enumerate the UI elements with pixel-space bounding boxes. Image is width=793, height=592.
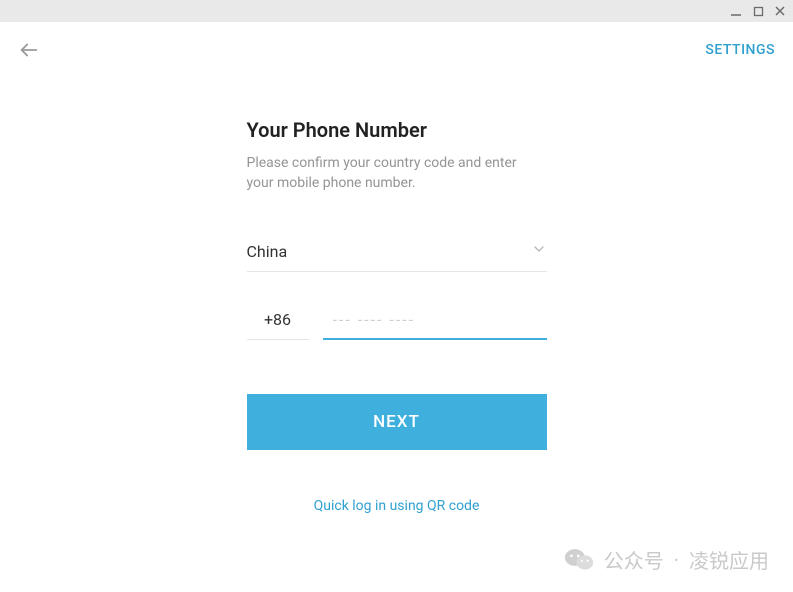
- close-button[interactable]: [773, 4, 787, 18]
- page-subtitle: Please confirm your country code and ent…: [247, 154, 547, 193]
- qr-login-link[interactable]: Quick log in using QR code: [247, 498, 547, 514]
- country-selector[interactable]: China: [247, 241, 547, 272]
- page-title: Your Phone Number: [247, 118, 547, 142]
- wechat-icon: [564, 547, 594, 573]
- watermark-label-2: 凌锐应用: [689, 545, 769, 574]
- minimize-button[interactable]: [729, 4, 743, 18]
- phone-number-input[interactable]: [323, 310, 547, 340]
- login-form: Your Phone Number Please confirm your co…: [247, 118, 547, 514]
- chevron-down-icon: [531, 241, 547, 261]
- phone-input-row: [247, 310, 547, 340]
- maximize-button[interactable]: [751, 4, 765, 18]
- watermark-label-1: 公众号: [604, 545, 664, 574]
- country-name: China: [247, 242, 288, 261]
- watermark-separator: ·: [674, 548, 679, 572]
- app-header: SETTINGS: [0, 22, 793, 78]
- settings-link[interactable]: SETTINGS: [705, 42, 775, 58]
- country-code-input[interactable]: [247, 310, 309, 340]
- back-button[interactable]: [18, 39, 40, 61]
- next-button[interactable]: NEXT: [247, 394, 547, 450]
- watermark: 公众号 · 凌锐应用: [564, 545, 769, 574]
- window-titlebar: [0, 0, 793, 22]
